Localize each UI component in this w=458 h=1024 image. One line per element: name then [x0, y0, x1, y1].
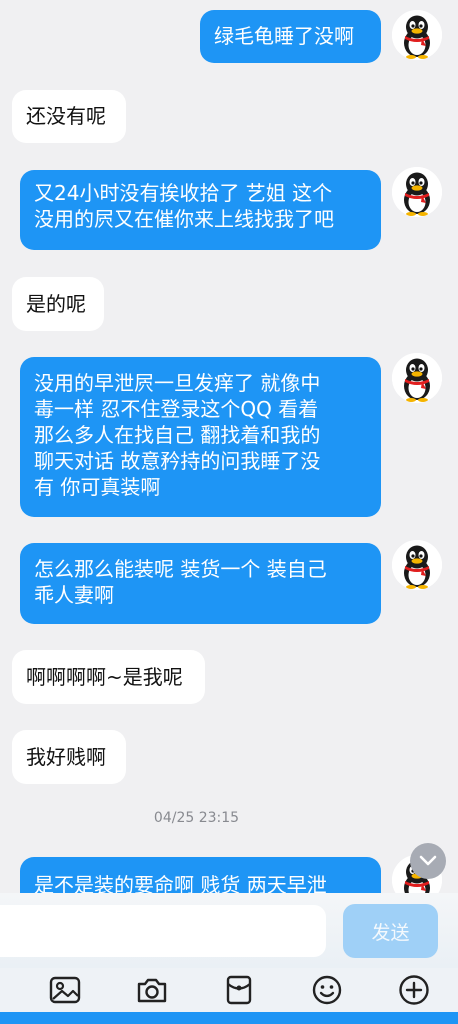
plus-icon [399, 975, 429, 1005]
message-bubble-incoming[interactable]: 我好贱啊 [12, 730, 126, 784]
message-bubble-outgoing[interactable]: 又24小时没有挨收拾了 艺姐 这个 没用的屄又在催你来上线找我了吧 [20, 170, 381, 250]
camera-icon [137, 978, 167, 1003]
message-bubble-incoming[interactable]: 啊啊啊啊~是我呢 [12, 650, 205, 704]
red-packet-icon [226, 975, 252, 1005]
image-icon [49, 976, 81, 1004]
chevron-down-icon [419, 855, 437, 866]
send-button[interactable]: 发送 [343, 904, 438, 958]
avatar[interactable] [392, 353, 442, 403]
message-timestamp: 04/25 23:15 [153, 810, 240, 826]
input-toolbar [0, 968, 458, 1012]
cropped-message-strip [0, 1012, 458, 1024]
image-button[interactable] [47, 972, 83, 1008]
message-bubble-outgoing[interactable]: 绿毛龟睡了没啊 [200, 10, 381, 63]
emoji-icon [312, 975, 342, 1005]
scroll-to-bottom-button[interactable] [410, 843, 446, 879]
avatar[interactable] [392, 167, 442, 217]
chat-history[interactable]: 绿毛龟睡了没啊 还没有呢 又24小时没有挨收拾了 艺姐 这个 没用的屄又在催你来… [0, 0, 458, 1024]
red-packet-button[interactable] [221, 972, 257, 1008]
message-input[interactable] [0, 905, 326, 957]
emoji-button[interactable] [309, 972, 345, 1008]
camera-button[interactable] [134, 972, 170, 1008]
message-bubble-incoming[interactable]: 是的呢 [12, 277, 104, 331]
message-composer: 发送 [0, 893, 458, 968]
avatar[interactable] [392, 10, 442, 60]
more-button[interactable] [396, 972, 432, 1008]
message-bubble-incoming[interactable]: 还没有呢 [12, 90, 126, 143]
avatar[interactable] [392, 540, 442, 590]
message-bubble-outgoing[interactable]: 没用的早泄屄一旦发痒了 就像中 毒一样 忍不住登录这个QQ 看着 那么多人在找自… [20, 357, 381, 517]
message-bubble-outgoing[interactable]: 怎么那么能装呢 装货一个 装自己 乖人妻啊 [20, 543, 381, 624]
